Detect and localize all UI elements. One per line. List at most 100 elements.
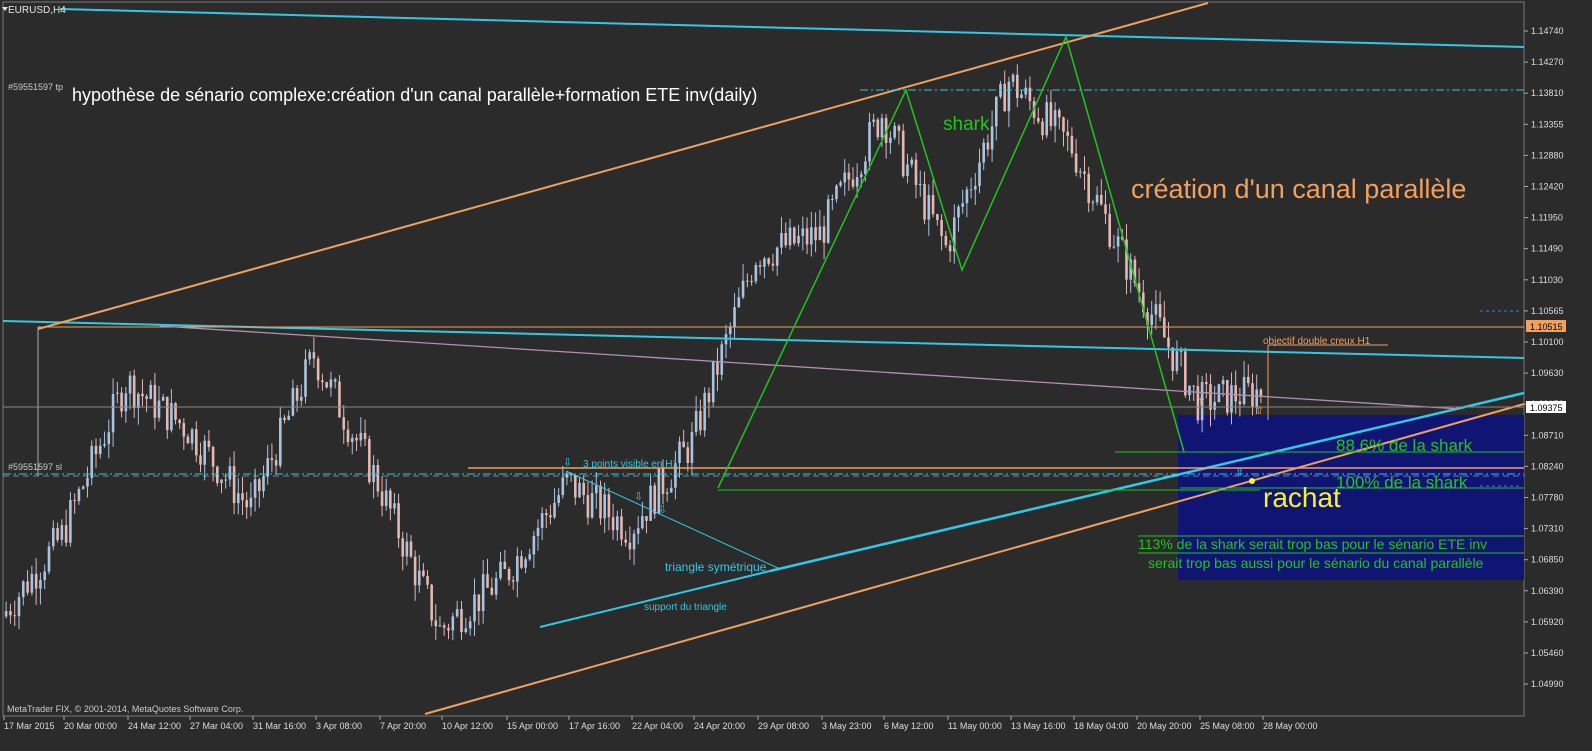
chart-window[interactable]: ⇩ ⇩ ⇩ ⇧ ⇧ ⇧ hypothèse de sénario complex… — [0, 0, 1592, 746]
candle-body — [678, 441, 681, 463]
candle-body — [380, 491, 384, 506]
candle-body — [291, 388, 295, 416]
price-chart[interactable]: ⇩ ⇩ ⇩ ⇧ ⇧ ⇧ hypothèse de sénario complex… — [0, 0, 1592, 746]
candle-body — [1255, 389, 1258, 407]
candle-body — [1016, 74, 1019, 98]
candle-body — [455, 609, 459, 617]
time-label: 31 Mar 16:00 — [253, 721, 306, 731]
candle-body — [1192, 385, 1195, 387]
candle-body — [1087, 173, 1090, 204]
candle-body — [775, 247, 779, 266]
candle-body — [216, 466, 219, 484]
candle-body — [880, 118, 884, 138]
candle-body — [1251, 383, 1254, 407]
candle-body — [1028, 87, 1032, 102]
candle-body — [329, 379, 333, 388]
candle-body — [43, 571, 47, 581]
candle-body — [1020, 94, 1023, 98]
candle-body — [350, 437, 354, 443]
candle-body — [835, 185, 838, 200]
time-label: 20 Mar 00:00 — [64, 721, 117, 731]
candle-body — [321, 380, 324, 383]
candle-body — [342, 417, 346, 430]
candle-body — [468, 621, 472, 629]
candle-body — [1209, 384, 1212, 410]
time-label: 29 Apr 08:00 — [758, 721, 809, 731]
support-label: support du triangle — [644, 602, 727, 613]
candle-body — [312, 352, 316, 359]
title-annotation: hypothèse de sénario complexe:création d… — [72, 85, 757, 105]
candle-body — [274, 460, 278, 466]
candle-body — [831, 199, 834, 201]
price-tick-label: 1.12420 — [1531, 182, 1564, 192]
candle-body — [477, 594, 481, 612]
candle-body — [346, 429, 350, 443]
time-label: 13 May 16:00 — [1011, 721, 1066, 731]
candle-body — [34, 573, 38, 589]
candle-body — [77, 488, 81, 502]
candle-body — [986, 142, 990, 150]
candle-body — [376, 464, 380, 492]
candle-body — [426, 575, 429, 585]
fib100-label: 100% de la shark — [1336, 473, 1468, 492]
candle-body — [1116, 236, 1120, 247]
candle-body — [995, 96, 998, 127]
candle-body — [1230, 385, 1233, 413]
price-tick-label: 1.13810 — [1531, 88, 1564, 98]
price-tick-label: 1.06390 — [1531, 586, 1564, 596]
price-tick-label: 1.06850 — [1531, 555, 1564, 565]
candle-body — [161, 396, 165, 401]
candle-body — [64, 525, 68, 543]
candle-body — [103, 443, 106, 446]
candle-body — [957, 206, 960, 218]
candle-body — [536, 527, 540, 537]
arrow-marker-2: ⇩ — [634, 491, 643, 503]
candle-body — [447, 627, 450, 631]
buy-point-dot — [1249, 478, 1255, 484]
candle-body — [438, 625, 442, 627]
candle-body — [520, 556, 523, 568]
candle-body — [279, 417, 282, 466]
candle-body — [132, 375, 136, 409]
candle-body — [876, 119, 880, 138]
candle-body — [872, 119, 875, 123]
candle-body — [586, 495, 590, 518]
candle-body — [287, 415, 290, 420]
time-label: 17 Mar 2015 — [4, 721, 55, 731]
price-tick-label: 1.04990 — [1531, 679, 1564, 689]
candle-body — [1100, 194, 1103, 205]
candle-body — [590, 493, 594, 518]
candle-body — [486, 574, 489, 588]
price-tick-label: 1.07780 — [1531, 493, 1564, 503]
candle-body — [422, 570, 425, 576]
candle-body — [1104, 204, 1107, 214]
candle-body — [199, 455, 202, 465]
candle-body — [1003, 83, 1006, 112]
price-tick-label: 1.08710 — [1531, 430, 1564, 440]
candle-body — [1205, 382, 1208, 385]
current-price-value: 1.09375 — [1530, 403, 1563, 413]
candle-body — [982, 142, 985, 163]
candle-body — [355, 437, 358, 441]
price-tick-label: 1.12880 — [1531, 150, 1564, 160]
candle-body — [682, 441, 685, 448]
candle-body — [94, 445, 98, 455]
candle-body — [649, 485, 652, 521]
candle-body — [1221, 379, 1225, 385]
candle-body — [1070, 135, 1074, 154]
candle-body — [1238, 401, 1242, 405]
three-points-label: 3 points visible en H1 — [583, 459, 678, 470]
candle-body — [51, 528, 55, 547]
candle-body — [528, 554, 532, 560]
time-label: 25 May 08:00 — [1200, 721, 1255, 731]
candle-body — [607, 494, 611, 518]
candle-body — [978, 162, 981, 186]
candle-body — [918, 183, 922, 186]
candle-body — [578, 482, 581, 498]
price-tick-label: 1.11030 — [1531, 275, 1563, 285]
candle-body — [368, 439, 371, 483]
candle-body — [574, 475, 577, 498]
candle-body — [636, 528, 640, 534]
price-tick-label: 1.11490 — [1531, 244, 1563, 254]
candle-body — [464, 628, 468, 633]
